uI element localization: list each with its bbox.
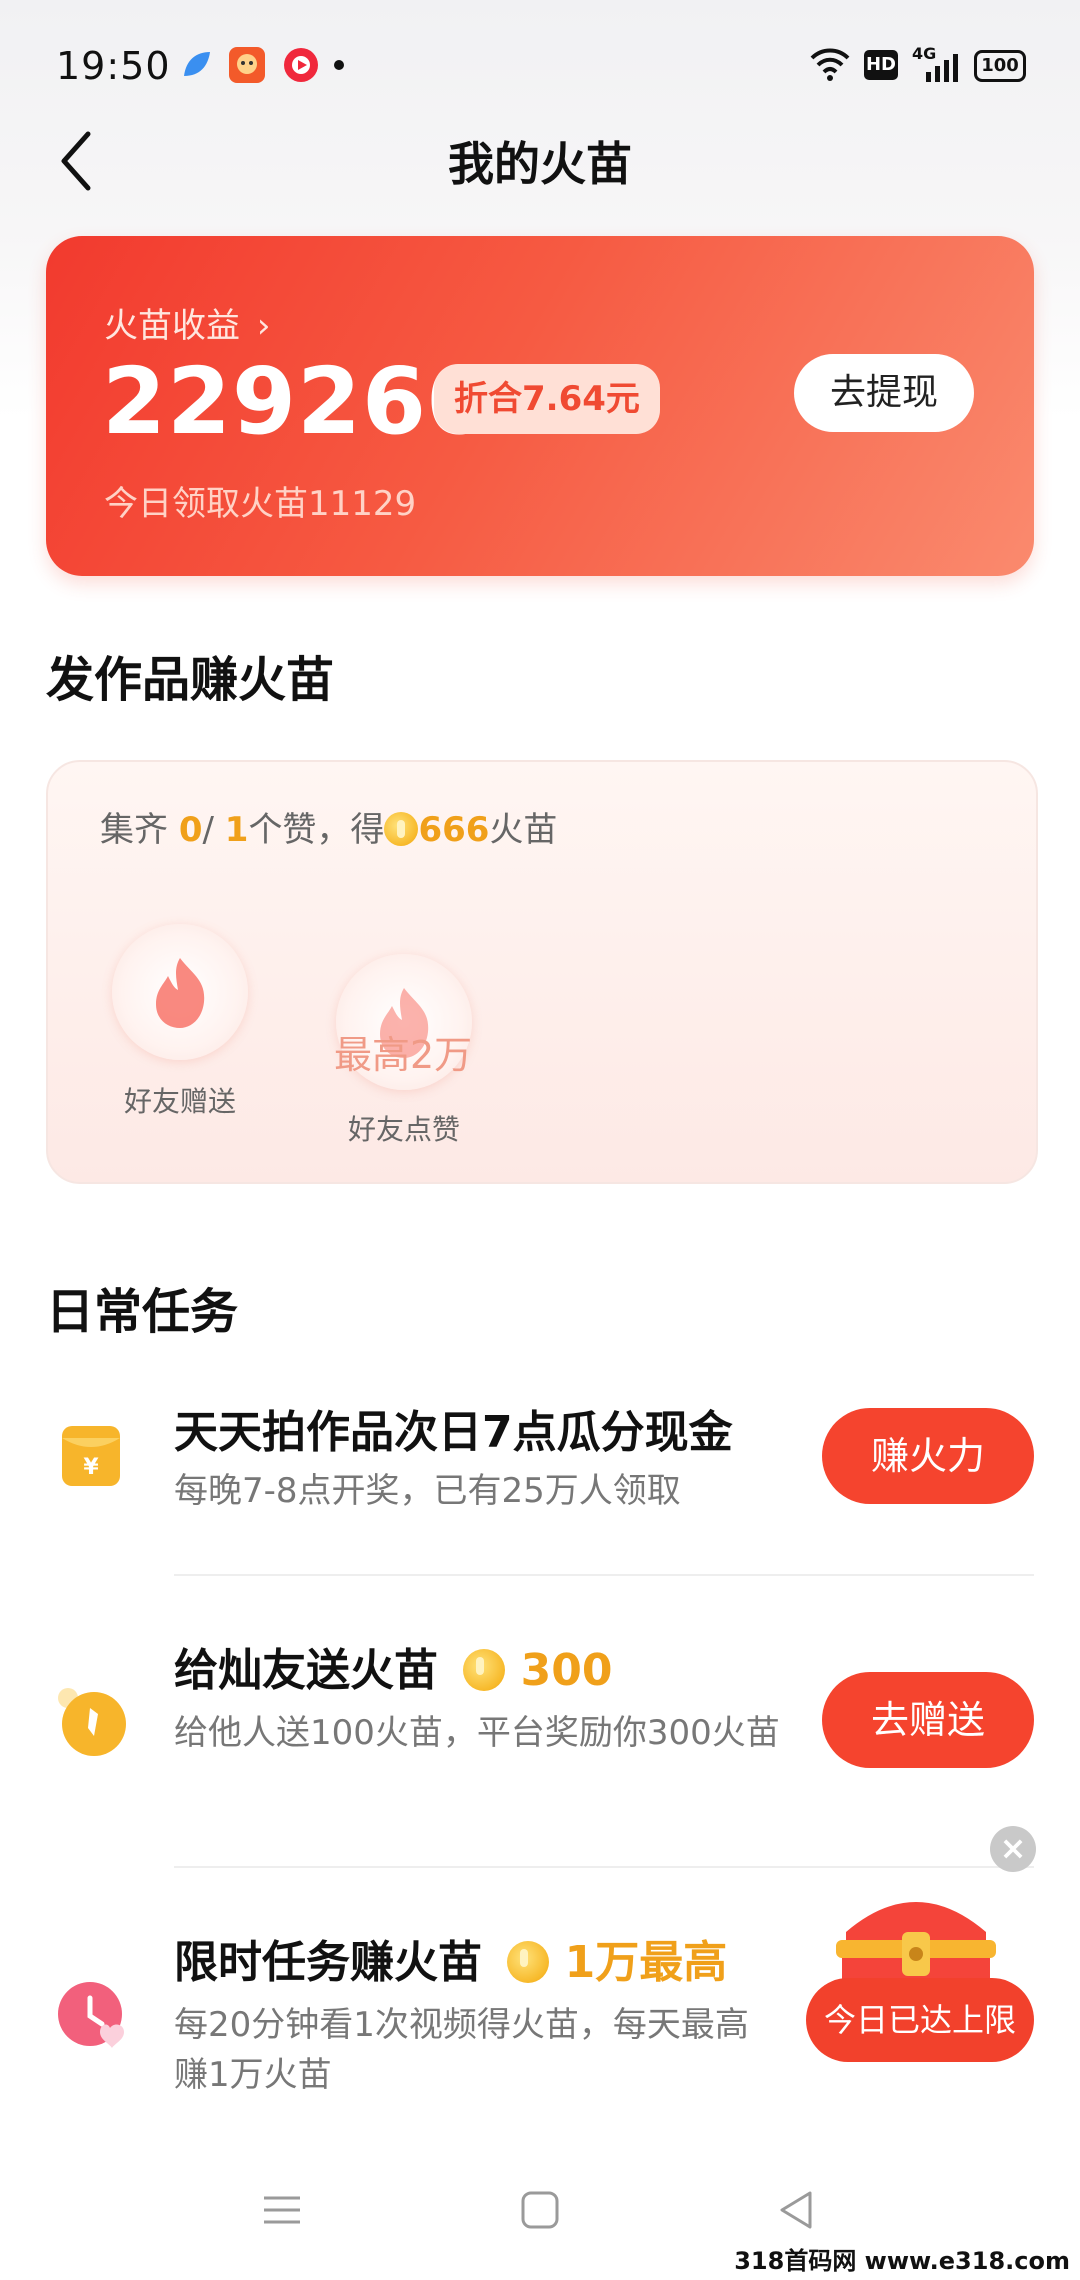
task-2-subtitle: 给他人送100火苗，平台奖励你300火苗: [174, 1713, 780, 1753]
notification-dot: [334, 60, 344, 70]
earnings-card: 火苗收益 › 229260 折合7.64元 今日领取火苗11129 去提现: [46, 236, 1034, 576]
task-1-title: 天天拍作品次日7点瓜分现金: [174, 1407, 733, 1458]
status-time: 19:50: [56, 44, 171, 88]
daily-section-title: 日常任务: [46, 1284, 239, 1340]
progress-total: 1: [224, 810, 249, 850]
battery-indicator: 100: [974, 50, 1026, 82]
earnings-link[interactable]: 火苗收益 ›: [104, 298, 270, 347]
close-icon[interactable]: ×: [990, 1826, 1036, 1872]
earn-fire-button[interactable]: 赚火力: [822, 1408, 1034, 1504]
back-triangle-icon[interactable]: [776, 2190, 816, 2230]
task-3-amount: 1万最高: [564, 1937, 728, 1988]
chevron-right-icon: ›: [256, 306, 271, 346]
gift-button[interactable]: 去赠送: [822, 1672, 1034, 1768]
progress-unit: 个赞，得: [248, 810, 385, 850]
watermark: 318首码网 www.e318.com: [734, 2241, 1070, 2276]
divider: [174, 1866, 1034, 1868]
task-2-title: 给灿友送火苗 300: [174, 1634, 613, 1698]
coin-icon: [384, 812, 419, 846]
works-panel: 集齐 0/ 1个赞，得 666火苗 好友赠送 最高2万 好友点赞: [46, 760, 1038, 1184]
progress-current: 0: [178, 810, 203, 850]
wifi-icon: [810, 48, 850, 81]
coin-icon: [463, 1649, 506, 1691]
divider: [174, 1574, 1034, 1576]
bird-app-icon: [184, 52, 210, 76]
mascot-app-icon: [229, 47, 265, 83]
svg-text:¥: ¥: [83, 1455, 99, 1480]
progress-sep: /: [202, 810, 214, 850]
withdraw-button[interactable]: 去提现: [794, 354, 974, 432]
works-progress: 集齐 0/ 1个赞，得 666火苗: [100, 802, 557, 851]
coin-icon: [507, 1941, 550, 1983]
max-reward-tag: 最高2万: [334, 1033, 473, 1077]
friend-gift-label: 好友赠送: [123, 1085, 236, 1118]
progress-prefix: 集齐: [100, 810, 168, 850]
signal-icon: [926, 54, 958, 82]
flame-icon: [156, 958, 205, 1028]
home-icon[interactable]: [520, 2190, 560, 2230]
equivalent-badge: 折合7.64元: [434, 364, 660, 434]
task-1-subtitle: 每晚7-8点开奖，已有25万人领取: [174, 1471, 681, 1511]
gift-coin-icon: [58, 1688, 126, 1756]
clock-heart-icon: [58, 1982, 124, 2048]
works-section-title: 发作品赚火苗: [46, 652, 335, 708]
daily-limit-button[interactable]: 今日已达上限: [806, 1978, 1034, 2062]
task-2-amount: 300: [520, 1645, 613, 1696]
hd-badge: HD: [864, 50, 898, 80]
page-title: 我的火苗: [448, 137, 632, 191]
reward-unit: 火苗: [489, 810, 558, 850]
red-envelope-icon: ¥: [62, 1426, 120, 1486]
status-bar: 19:50 HD 4G 100: [0, 0, 1080, 130]
friend-gift-slot[interactable]: [112, 924, 248, 1060]
reward-amount: 666: [418, 810, 490, 850]
video-app-icon: [284, 48, 318, 82]
task-3-title: 限时任务赚火苗 1万最高: [174, 1926, 727, 1990]
task-3-subtitle: 每20分钟看1次视频得火苗，每天最高赚1万火苗: [174, 2005, 749, 2095]
today-received: 今日领取火苗11129: [104, 484, 417, 524]
menu-icon[interactable]: [262, 2190, 302, 2230]
task-2-title-text: 给灿友送火苗: [174, 1645, 438, 1696]
friend-like-label: 好友点赞: [347, 1113, 460, 1146]
earnings-label: 火苗收益: [104, 306, 240, 346]
task-3-title-text: 限时任务赚火苗: [174, 1937, 482, 1988]
